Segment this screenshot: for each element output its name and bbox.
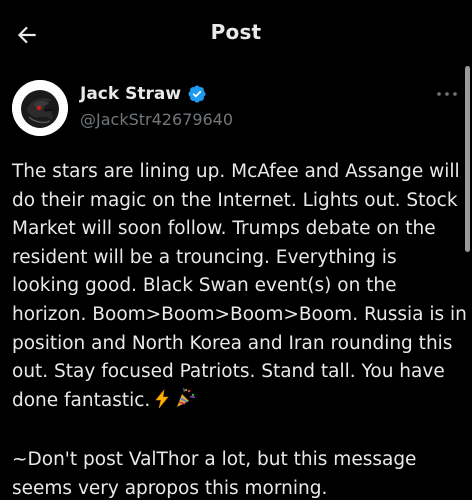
post-paragraph: ~Don't post ValThor a lot, but this mess… (12, 449, 417, 499)
post-paragraph-text: The stars are lining up. McAfee and Assa… (12, 161, 467, 411)
raven-avatar-icon (12, 80, 68, 136)
avatar[interactable] (12, 80, 68, 136)
post-author: Jack Straw @JackStr42679640 (12, 80, 462, 140)
page-title: Post (210, 20, 262, 44)
post-paragraph: The stars are lining up. McAfee and Assa… (12, 158, 468, 418)
more-options-button[interactable] (432, 84, 462, 104)
user-handle[interactable]: @JackStr42679640 (80, 110, 233, 129)
verified-badge-icon (188, 85, 206, 103)
display-name[interactable]: Jack Straw (80, 84, 181, 104)
post-text: The stars are lining up. McAfee and Assa… (12, 158, 468, 500)
party-popper-emoji-icon (174, 387, 196, 419)
top-bar: Post (0, 0, 472, 70)
display-name-row: Jack Straw (80, 84, 207, 104)
more-dots-icon (437, 92, 457, 96)
lightning-emoji-icon (152, 388, 172, 419)
